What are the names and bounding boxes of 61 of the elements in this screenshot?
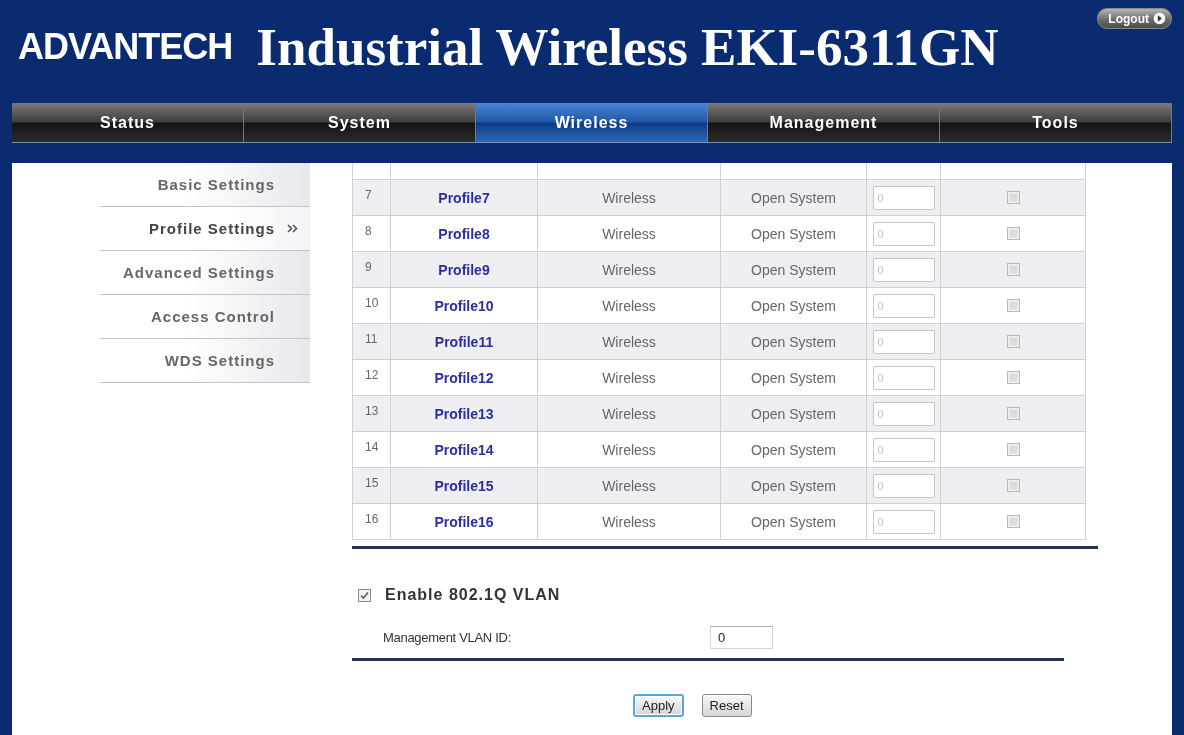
- table-cell: 15: [352, 467, 391, 504]
- nav-tab[interactable]: System: [244, 103, 476, 142]
- table-cell: Open System: [720, 503, 867, 540]
- table-cell: Wireless: [537, 179, 721, 216]
- profile-link[interactable]: Profile12: [434, 369, 494, 386]
- table-cell: Open System: [720, 215, 867, 252]
- profile-link[interactable]: Profile10: [434, 297, 494, 314]
- table-cell: 13: [352, 395, 391, 432]
- sidebar-item[interactable]: Access Control: [100, 295, 310, 339]
- profile-link[interactable]: Profile15: [434, 477, 494, 494]
- table-cell: 7: [352, 179, 391, 216]
- table-cell: Wireless: [537, 359, 721, 396]
- sidebar-item[interactable]: WDS Settings: [100, 339, 310, 383]
- sidebar-item[interactable]: Advanced Settings: [100, 251, 310, 295]
- sidebar-item[interactable]: Basic Settings: [100, 163, 310, 207]
- table-cell: Open System: [720, 359, 867, 396]
- table-cell: Open System: [720, 323, 867, 360]
- page-title: Industrial Wireless EKI-6311GN: [256, 20, 999, 74]
- profile-link[interactable]: Profile14: [434, 441, 494, 458]
- input-field[interactable]: 0: [710, 626, 773, 649]
- nav-tab[interactable]: Tools: [940, 103, 1172, 142]
- table-cell: Wireless: [537, 431, 721, 468]
- sidebar-item[interactable]: Profile Settings: [100, 207, 310, 251]
- table-cell: 16: [352, 503, 391, 540]
- profile-link[interactable]: Profile11: [434, 333, 494, 350]
- profile-link[interactable]: Profile9: [438, 261, 490, 278]
- table-cell: Open System: [720, 251, 867, 288]
- profile-link[interactable]: Profile16: [434, 513, 494, 530]
- table-cell: Open System: [720, 395, 867, 432]
- nav-tab[interactable]: Management: [708, 103, 940, 142]
- table-cell: 10: [352, 287, 391, 324]
- table-cell: Wireless: [537, 287, 721, 324]
- table-cell: 12: [352, 359, 391, 396]
- arrow-circle-icon: [1153, 12, 1166, 25]
- table-cell: 9: [352, 251, 391, 288]
- table-cell: Wireless: [537, 503, 721, 540]
- table-cell: Wireless: [537, 251, 721, 288]
- table-cell: 11: [352, 323, 391, 360]
- reset-button[interactable]: Reset: [701, 694, 752, 717]
- table-cell: Wireless: [537, 395, 721, 432]
- table-cell: Wireless: [537, 323, 721, 360]
- double-chevron-icon: [287, 224, 298, 233]
- nav-tab[interactable]: Wireless: [476, 103, 708, 142]
- logout-button[interactable]: Logout: [1097, 8, 1172, 29]
- checkbox[interactable]: [358, 588, 371, 602]
- nav-tab[interactable]: Status: [12, 103, 244, 142]
- apply-button[interactable]: Apply: [633, 694, 684, 717]
- table-cell: 8: [352, 215, 391, 252]
- logo: ADVANTECH: [18, 25, 233, 69]
- profile-link[interactable]: Profile13: [434, 405, 494, 422]
- table-cell: Wireless: [537, 215, 721, 252]
- table-cell: Open System: [720, 431, 867, 468]
- table-cell: Open System: [720, 287, 867, 324]
- checkbox-label: Enable 802.1Q VLAN: [385, 586, 561, 604]
- field-label: Management VLAN ID:: [383, 630, 512, 645]
- table-cell: Open System: [720, 467, 867, 504]
- table-cell: Open System: [720, 179, 867, 216]
- profile-link[interactable]: Profile8: [438, 225, 490, 242]
- profile-link[interactable]: Profile7: [438, 189, 490, 206]
- table-cell: Wireless: [537, 467, 721, 504]
- table-cell: 14: [352, 431, 391, 468]
